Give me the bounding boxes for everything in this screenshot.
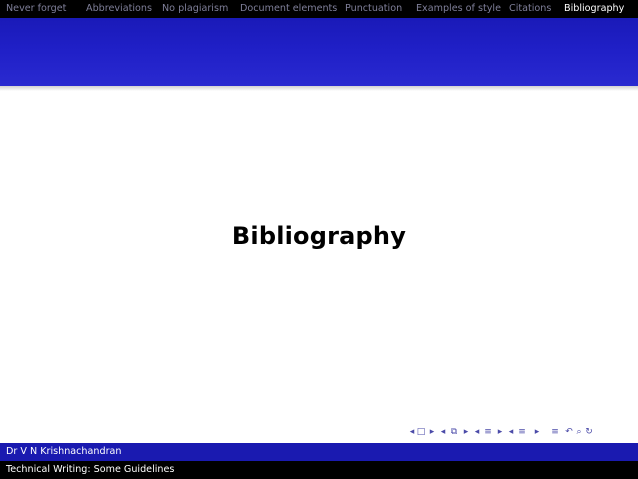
footer-author-bar: Dr V N Krishnachandran	[0, 443, 638, 461]
subsection-icon[interactable]: ⧉	[448, 427, 460, 437]
first-frame-icon[interactable]: ◂	[408, 427, 416, 437]
nav-item-abbreviations[interactable]: Abbreviations	[86, 0, 152, 18]
nav-item-document-elements[interactable]: Document elements	[240, 0, 337, 18]
nav-item-punctuation[interactable]: Punctuation	[345, 0, 402, 18]
frame-icon[interactable]: □	[416, 427, 426, 437]
nav-item-never-forget[interactable]: Never forget	[6, 0, 66, 18]
next-subsection-icon[interactable]: ▸	[460, 427, 472, 437]
back-icon[interactable]: ↶	[564, 427, 574, 437]
nav-item-no-plagiarism[interactable]: No plagiarism	[162, 0, 228, 18]
nav-item-examples-of-style[interactable]: Examples of style	[416, 0, 501, 18]
appendix-icon[interactable]: ≡	[546, 427, 564, 437]
footer-author: Dr V N Krishnachandran	[6, 446, 122, 457]
search-icon[interactable]: ⌕	[574, 427, 584, 437]
nav-item-bibliography[interactable]: Bibliography	[564, 0, 624, 18]
next-document-icon[interactable]: ▸	[528, 427, 546, 437]
section-navigation-bar: Never forget Abbreviations No plagiarism…	[0, 0, 638, 18]
section-icon[interactable]: ≡	[482, 427, 494, 437]
header-band	[0, 18, 638, 86]
prev-document-icon[interactable]: ◂	[506, 427, 516, 437]
footer-title: Technical Writing: Some Guidelines	[6, 464, 175, 475]
prev-subsection-icon[interactable]: ◂	[438, 427, 448, 437]
next-section-icon[interactable]: ▸	[494, 427, 506, 437]
slide-title: Bibliography	[231, 222, 407, 250]
refresh-icon[interactable]: ↻	[584, 427, 594, 437]
next-frame-icon[interactable]: ▸	[426, 427, 438, 437]
header-band-shadow	[0, 86, 638, 91]
beamer-navigation-symbols: ◂ □ ▸ ◂ ⧉ ▸ ◂ ≡ ▸ ◂ ≡ ▸ ≡ ↶ ⌕ ↻	[408, 425, 594, 439]
document-icon[interactable]: ≡	[516, 427, 528, 437]
nav-item-citations[interactable]: Citations	[509, 0, 551, 18]
footer-title-bar: Technical Writing: Some Guidelines	[0, 461, 638, 479]
prev-section-icon[interactable]: ◂	[472, 427, 482, 437]
